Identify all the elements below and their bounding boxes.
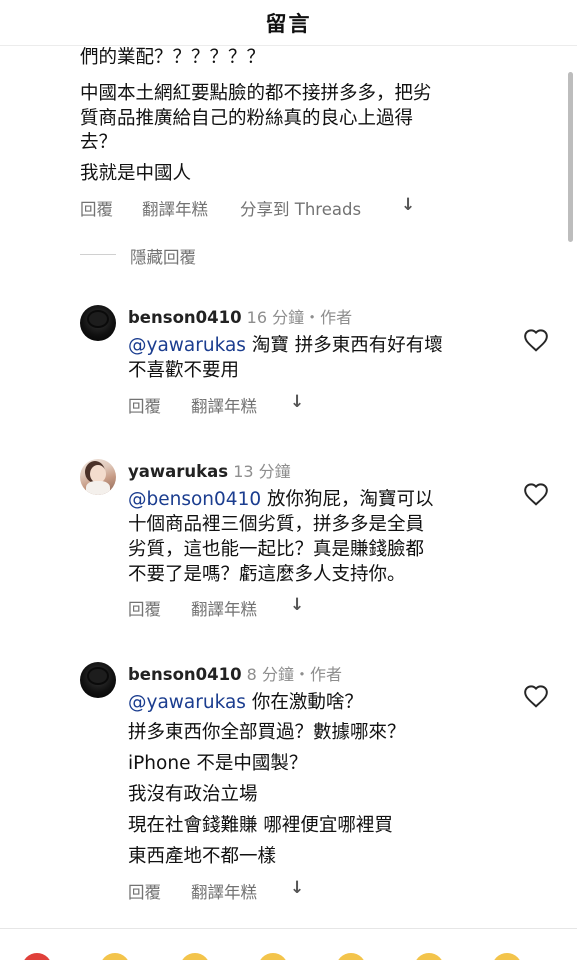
comment-meta: yawarukas 13 分鐘 xyxy=(128,458,291,482)
comment-text-line: 不要了是嗎？虧這麼多人支持你。 xyxy=(128,564,406,585)
fire-emoji-icon[interactable] xyxy=(180,953,210,960)
translate-button[interactable]: 翻譯年糕 xyxy=(142,196,208,220)
mention-link[interactable]: @yawarukas xyxy=(128,692,246,713)
username[interactable]: benson0410 xyxy=(128,308,242,327)
username[interactable]: yawarukas xyxy=(128,462,228,481)
translate-button[interactable]: 翻譯年糕 xyxy=(191,596,257,620)
raised-hands-emoji-icon[interactable] xyxy=(258,953,288,960)
surprised-face-emoji-icon[interactable] xyxy=(492,953,522,960)
reply-button[interactable]: 回覆 xyxy=(128,393,161,417)
comment-text-line: 東西產地不都一樣 xyxy=(128,846,277,867)
timestamp: 16 分鐘 xyxy=(246,308,305,327)
comment-text-line: 中國本土網紅要點臉的都不接拼多多，把劣 xyxy=(80,83,432,104)
heart-emoji-icon[interactable] xyxy=(22,953,52,960)
arrow-down-icon[interactable]: ↓ xyxy=(401,195,415,215)
translate-button[interactable]: 翻譯年糕 xyxy=(191,393,257,417)
comment-text-line: 們的業配？？？？？？ xyxy=(80,47,266,68)
clap-emoji-icon[interactable] xyxy=(100,953,130,960)
scrollbar[interactable] xyxy=(568,72,573,242)
comment-text: 淘寶 拼多東西有好有壞 xyxy=(251,335,443,356)
hide-replies-divider xyxy=(80,254,116,255)
mention-link[interactable]: @benson0410 xyxy=(128,489,261,510)
arrow-down-icon[interactable]: ↓ xyxy=(290,878,304,898)
header-bar: 留言 xyxy=(0,0,577,46)
arrow-down-icon[interactable]: ↓ xyxy=(290,392,304,412)
comment-text-line: 十個商品裡三個劣質，拼多多是全員 xyxy=(128,514,425,535)
comment-text-line: @yawarukas 淘寶 拼多東西有好有壞 xyxy=(128,332,443,360)
comment-meta: benson0410 8 分鐘・作者 xyxy=(128,661,342,685)
heart-eyes-emoji-icon[interactable] xyxy=(414,953,444,960)
comment-text-line: iPhone 不是中國製？ xyxy=(128,753,308,774)
comment-text-line: 我沒有政治立場 xyxy=(128,784,258,805)
comment-text-line: 去？ xyxy=(80,132,118,153)
reply-button[interactable]: 回覆 xyxy=(128,879,161,903)
author-badge: ・作者 xyxy=(304,308,353,327)
comment-text-line: 劣質，這也能一起比？真是賺錢臉都 xyxy=(128,539,425,560)
timestamp: 8 分鐘 xyxy=(246,665,294,684)
mention-link[interactable]: @yawarukas xyxy=(128,335,246,356)
timestamp: 13 分鐘 xyxy=(233,462,291,481)
crying-face-emoji-icon[interactable] xyxy=(336,953,366,960)
reply-button[interactable]: 回覆 xyxy=(80,196,113,220)
avatar[interactable] xyxy=(80,459,116,495)
comment-text-line: 質商品推廣給自己的粉絲真的良心上過得 xyxy=(80,108,414,129)
comment-text: 你在激動啥？ xyxy=(251,692,363,713)
emoji-reaction-bar xyxy=(0,929,577,960)
username[interactable]: benson0410 xyxy=(128,665,242,684)
translate-button[interactable]: 翻譯年糕 xyxy=(191,879,257,903)
hide-replies-button[interactable]: 隱藏回覆 xyxy=(130,244,196,268)
share-threads-button[interactable]: 分享到 Threads xyxy=(240,196,361,220)
comment-meta: benson0410 16 分鐘・作者 xyxy=(128,304,352,328)
comment-text-line: @yawarukas 你在激動啥？ xyxy=(128,689,363,717)
heart-icon[interactable] xyxy=(523,684,549,708)
avatar[interactable] xyxy=(80,305,116,341)
arrow-down-icon[interactable]: ↓ xyxy=(290,595,304,615)
heart-icon[interactable] xyxy=(523,482,549,506)
comment-text-line: @benson0410 放你狗屁，淘寶可以 xyxy=(128,486,434,514)
comment-text: 放你狗屁，淘寶可以 xyxy=(267,489,434,510)
reply-button[interactable]: 回覆 xyxy=(128,596,161,620)
comment-text-line: 現在社會錢難賺 哪裡便宜哪裡買 xyxy=(128,815,393,836)
comment-text-line: 不喜歡不要用 xyxy=(128,360,240,381)
comment-text-line: 我就是中國人 xyxy=(80,163,192,184)
comment-text-line: 拼多東西你全部買過？數據哪來？ xyxy=(128,722,406,743)
avatar[interactable] xyxy=(80,662,116,698)
heart-icon[interactable] xyxy=(523,328,549,352)
page-title: 留言 xyxy=(265,12,312,36)
author-badge: ・作者 xyxy=(293,665,342,684)
